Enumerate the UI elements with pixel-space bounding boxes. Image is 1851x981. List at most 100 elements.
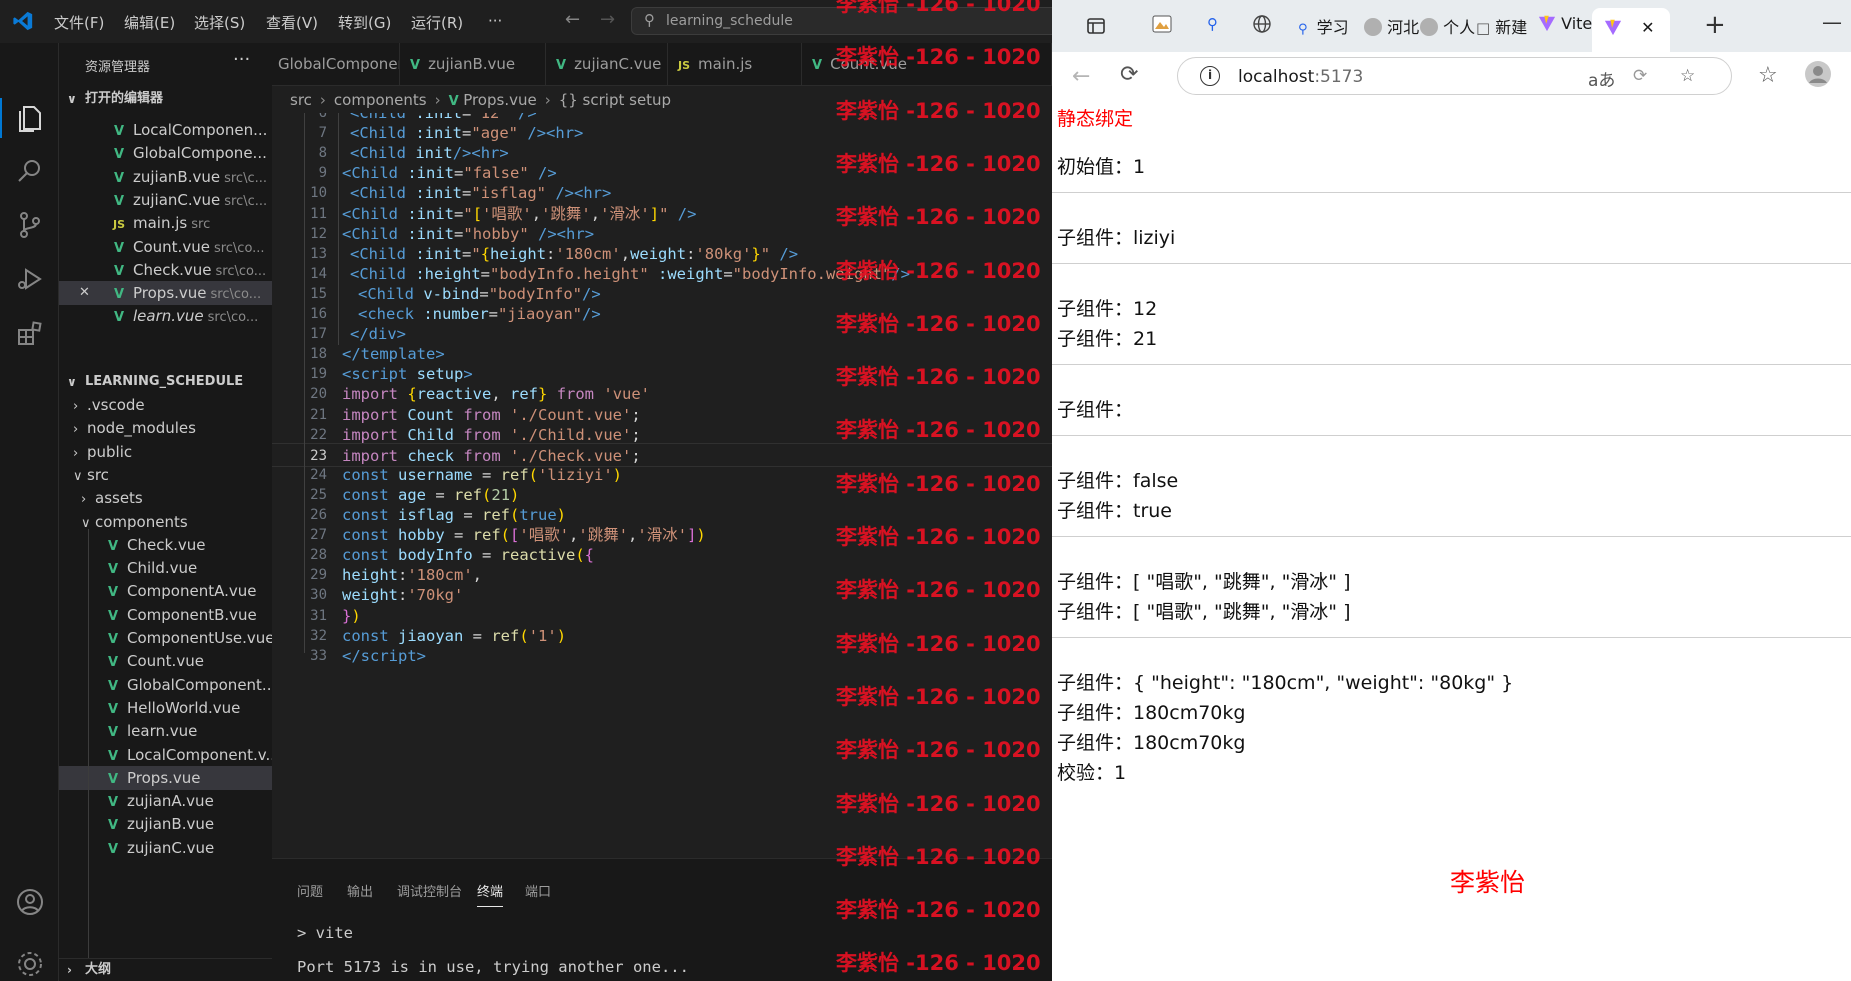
- browser-tab-vite[interactable]: Vite: [1538, 14, 1592, 44]
- file-item[interactable]: V HelloWorld.vue: [59, 696, 272, 720]
- panel-tab[interactable]: 调试控制台: [397, 881, 462, 900]
- folder-item[interactable]: › .vscode: [59, 393, 272, 417]
- more-actions-icon[interactable]: ···: [233, 49, 250, 70]
- menu-file[interactable]: 文件(F): [54, 12, 104, 33]
- panel-tab[interactable]: 终端: [477, 881, 504, 907]
- back-arrow-icon[interactable]: ←: [565, 9, 580, 30]
- folder-item[interactable]: ∨ src: [59, 463, 272, 487]
- open-editor-item[interactable]: VzujianB.vue src\c...: [59, 165, 272, 189]
- close-icon[interactable]: ✕: [79, 281, 90, 305]
- translate-icon[interactable]: ⟳: [1633, 66, 1647, 86]
- open-editor-item[interactable]: V Check.vue src\co...: [59, 258, 272, 282]
- favorites-icon[interactable]: ☆: [1758, 63, 1778, 88]
- menu-selection[interactable]: 选择(S): [194, 12, 245, 33]
- open-editor-item[interactable]: VzujianC.vue src\c...: [59, 188, 272, 212]
- site-info-icon[interactable]: i: [1200, 66, 1220, 86]
- account-icon[interactable]: [14, 886, 46, 918]
- breadcrumb-item[interactable]: {} script setup: [559, 91, 671, 109]
- folder-item[interactable]: ∨ components: [59, 510, 272, 534]
- breadcrumb-item[interactable]: src: [290, 91, 312, 109]
- breadcrumb-item[interactable]: Props.vue: [463, 91, 537, 109]
- browser-tab-personal[interactable]: 个人: [1420, 14, 1475, 44]
- back-arrow-icon[interactable]: ←: [1072, 64, 1090, 89]
- minimize-icon[interactable]: —: [1822, 10, 1842, 40]
- file-item[interactable]: VzujianA.vue: [59, 789, 272, 813]
- settings-gear-icon[interactable]: [14, 948, 46, 980]
- code-token: =: [472, 626, 492, 645]
- source-control-icon[interactable]: [14, 209, 46, 241]
- folder-item[interactable]: › public: [59, 440, 272, 464]
- open-editor-item[interactable]: ✕ V Props.vue src\co...: [59, 281, 272, 306]
- project-header[interactable]: ∨ LEARNING_SCHEDULE: [59, 371, 272, 393]
- search-icon[interactable]: [14, 155, 46, 187]
- editor-tab[interactable]: VzujianB.vue: [400, 43, 546, 86]
- new-tab-button[interactable]: +: [1704, 10, 1726, 40]
- browser-tab-search-1[interactable]: ⚲: [1207, 14, 1218, 44]
- file-item[interactable]: V Props.vue: [59, 765, 272, 790]
- browser-tab-hebei[interactable]: 河北: [1364, 14, 1419, 44]
- read-aloud-icon[interactable]: aあ: [1588, 66, 1615, 91]
- run-debug-icon[interactable]: [14, 263, 46, 295]
- file-item[interactable]: V Check.vue: [59, 533, 272, 557]
- file-name: Child.vue: [127, 559, 198, 578]
- open-editor-item[interactable]: JS main.js src: [59, 211, 272, 235]
- file-item[interactable]: VzujianC.vue: [59, 836, 272, 860]
- file-item[interactable]: V GlobalComponent....: [59, 673, 272, 697]
- menu-go[interactable]: 转到(G): [338, 12, 391, 33]
- panel-tab[interactable]: 输出: [347, 881, 373, 900]
- code-token: v-bind: [414, 284, 480, 303]
- browser-tab-image[interactable]: [1152, 14, 1172, 44]
- browser-tab-active[interactable]: ✕: [1592, 8, 1670, 52]
- breadcrumb-item[interactable]: components: [334, 91, 427, 109]
- browser-tab-globe[interactable]: [1252, 14, 1272, 44]
- file-item[interactable]: V ComponentB.vue: [59, 603, 272, 627]
- menu-more[interactable]: ···: [488, 12, 502, 30]
- chevron-right-icon: ›: [73, 445, 79, 461]
- code-token: ): [556, 506, 567, 524]
- extensions-icon[interactable]: [14, 317, 46, 349]
- refresh-icon[interactable]: ⟳: [1120, 62, 1138, 87]
- file-item[interactable]: Vlearn.vue: [59, 719, 272, 743]
- code-token: ): [351, 606, 361, 625]
- menu-run[interactable]: 运行(R): [411, 12, 463, 33]
- watermark-text: 李紫怡 -126 - 1020: [836, 0, 1041, 16]
- open-editor-item[interactable]: V Count.vue src\co...: [59, 235, 272, 259]
- forward-arrow-icon[interactable]: →: [600, 9, 615, 30]
- code-token: /><: [528, 224, 567, 243]
- initial-value-text: 初始值：1: [1057, 156, 1146, 178]
- code-token: [: [472, 204, 483, 223]
- tab-actions-icon[interactable]: [1086, 16, 1106, 46]
- open-editor-item[interactable]: Vlearn.vue src\co...: [59, 304, 272, 328]
- file-item[interactable]: VzujianB.vue: [59, 812, 272, 836]
- panel-tab[interactable]: 问题: [297, 881, 323, 900]
- code-token: ;: [631, 425, 641, 444]
- editor-tab[interactable]: JS main.js: [668, 43, 802, 86]
- editor-tab[interactable]: VzujianC.vue: [546, 43, 668, 86]
- code-token: :weight: [648, 264, 724, 283]
- file-item[interactable]: V ComponentA.vue: [59, 579, 272, 603]
- open-editors-header[interactable]: ∨ 打开的编辑器: [59, 88, 272, 110]
- close-tab-icon[interactable]: ✕: [1641, 18, 1654, 37]
- open-editor-item[interactable]: V GlobalCompone...: [59, 141, 272, 165]
- panel-tab[interactable]: 端口: [525, 881, 551, 900]
- code-token: =: [454, 164, 464, 183]
- file-item[interactable]: V LocalComponent.v...: [59, 743, 272, 767]
- folder-item[interactable]: › assets: [59, 486, 272, 510]
- vite-logo-icon: [1538, 15, 1556, 32]
- folder-item[interactable]: › node_modules: [59, 416, 272, 440]
- favorite-star-icon[interactable]: ☆: [1680, 66, 1695, 86]
- editor-tab[interactable]: GlobalComponent.vue: [272, 43, 400, 86]
- profile-avatar[interactable]: [1804, 60, 1832, 94]
- explorer-icon[interactable]: [14, 101, 46, 133]
- open-editor-item[interactable]: V LocalComponen...: [59, 118, 272, 142]
- file-item[interactable]: V Child.vue: [59, 556, 272, 580]
- file-item[interactable]: V ComponentUse.vue: [59, 626, 272, 650]
- code-token: }: [751, 244, 761, 263]
- menu-view[interactable]: 查看(V): [266, 12, 318, 33]
- menu-edit[interactable]: 编辑(E): [124, 12, 175, 33]
- address-bar[interactable]: i localhost:5173 aあ ⟳ ☆: [1177, 57, 1732, 95]
- file-item[interactable]: V Count.vue: [59, 649, 272, 673]
- browser-tab-new[interactable]: □ 新建: [1476, 14, 1527, 44]
- outline-header[interactable]: › 大纲: [59, 958, 272, 980]
- browser-tab-study[interactable]: ⚲ 学习: [1298, 14, 1349, 44]
